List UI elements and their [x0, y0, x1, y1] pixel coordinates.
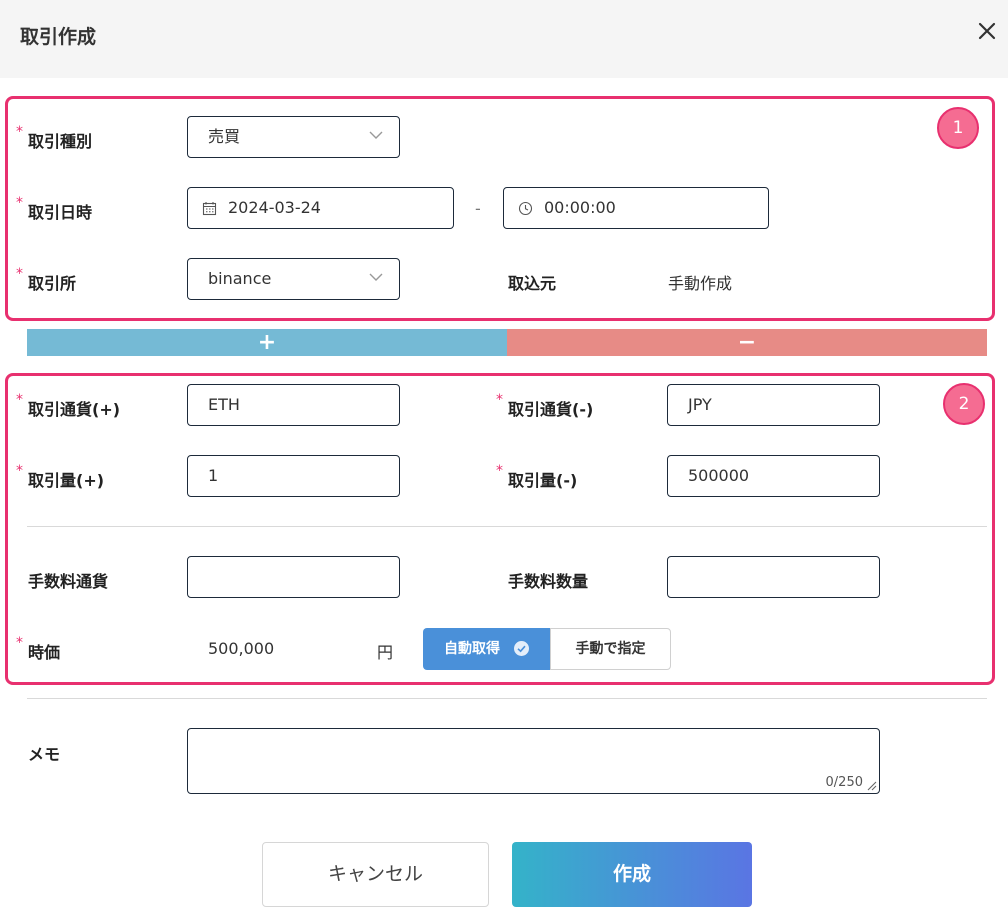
transaction-datetime-label: 取引日時 [28, 203, 93, 222]
memo-textarea[interactable]: 0/250 [187, 728, 880, 794]
price-value: 500,000 [208, 639, 275, 658]
source-label: 取込元 [508, 274, 557, 293]
manual-price-button[interactable]: 手動で指定 [550, 628, 671, 670]
amount-plus-value: 1 [208, 466, 219, 485]
dialog-title: 取引作成 [20, 26, 97, 48]
auto-fetch-label: 自動取得 [444, 641, 500, 657]
required-mark: * [16, 266, 23, 282]
fee-currency-label: 手数料通貨 [28, 572, 109, 591]
create-button[interactable]: 作成 [512, 842, 752, 907]
section-1-badge: 1 [937, 107, 979, 149]
currency-plus-label: 取引通貨(+) [28, 400, 121, 419]
calendar-icon [202, 202, 217, 216]
memo-divider [27, 698, 987, 699]
price-label: 時価 [28, 643, 61, 662]
section-2-badge: 2 [943, 383, 985, 425]
datetime-separator: - [475, 199, 481, 218]
price-unit: 円 [377, 643, 394, 662]
exchange-value: binance [208, 269, 272, 288]
amount-plus-label: 取引量(+) [28, 471, 105, 490]
section-divider [27, 526, 987, 527]
fee-amount-label: 手数料数量 [508, 572, 589, 591]
currency-plus-input[interactable]: ETH [187, 384, 400, 426]
resize-handle-icon[interactable] [865, 779, 877, 791]
transaction-type-select[interactable]: 売買 [187, 116, 400, 158]
amount-minus-value: 500000 [688, 466, 750, 485]
transaction-type-value: 売買 [208, 127, 241, 146]
amount-plus-input[interactable]: 1 [187, 455, 400, 497]
date-value: 2024-03-24 [228, 198, 321, 217]
required-mark: * [496, 392, 503, 408]
required-mark: * [496, 463, 503, 479]
required-mark: * [16, 124, 23, 140]
source-value: 手動作成 [668, 274, 733, 293]
cancel-button[interactable]: キャンセル [262, 842, 489, 907]
required-mark: * [16, 463, 23, 479]
chevron-down-icon [369, 131, 383, 139]
close-icon[interactable] [972, 16, 1002, 46]
required-mark: * [16, 195, 23, 211]
chevron-down-icon [369, 273, 383, 281]
currency-minus-input[interactable]: JPY [667, 384, 880, 426]
auto-fetch-button[interactable]: 自動取得 [423, 628, 551, 670]
clock-icon [518, 201, 533, 216]
memo-label: メモ [28, 745, 61, 764]
time-value: 00:00:00 [544, 198, 616, 217]
currency-minus-label: 取引通貨(-) [508, 400, 594, 419]
minus-bar: − [507, 329, 987, 356]
amount-minus-input[interactable]: 500000 [667, 455, 880, 497]
plus-bar: + [27, 329, 507, 356]
exchange-select[interactable]: binance [187, 258, 400, 300]
section-1-highlight [5, 96, 995, 321]
required-mark: * [16, 635, 23, 651]
dialog-header: 取引作成 [0, 0, 1008, 78]
required-mark: * [16, 392, 23, 408]
time-input[interactable]: 00:00:00 [503, 187, 769, 229]
check-circle-icon [514, 641, 529, 656]
fee-currency-input[interactable] [187, 556, 400, 598]
currency-plus-value: ETH [208, 395, 240, 414]
currency-minus-value: JPY [688, 395, 712, 414]
exchange-label: 取引所 [28, 274, 77, 293]
memo-counter: 0/250 [825, 775, 863, 790]
transaction-type-label: 取引種別 [28, 132, 93, 151]
date-input[interactable]: 2024-03-24 [187, 187, 454, 229]
amount-minus-label: 取引量(-) [508, 471, 578, 490]
fee-amount-input[interactable] [667, 556, 880, 598]
